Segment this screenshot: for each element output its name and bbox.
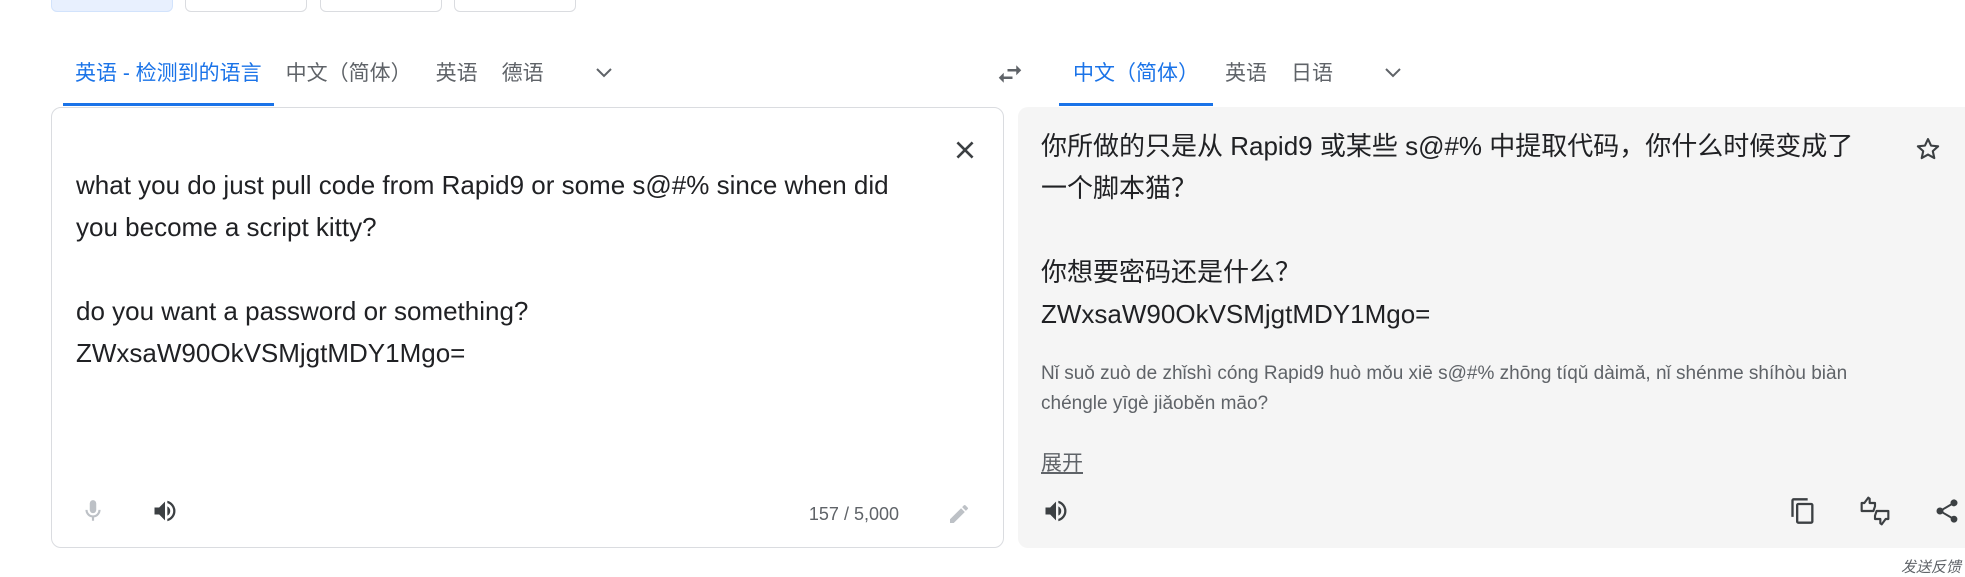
mode-chip-text[interactable] — [51, 0, 173, 12]
edit-button[interactable] — [939, 494, 979, 534]
tab-source-english[interactable]: 英语 — [424, 38, 490, 106]
tab-target-english[interactable]: 英语 — [1213, 38, 1279, 106]
target-language-dropdown[interactable] — [1369, 38, 1417, 106]
mode-chip-websites[interactable] — [454, 0, 576, 12]
tab-target-chinese[interactable]: 中文（简体） — [1059, 38, 1213, 106]
source-language-dropdown[interactable] — [580, 38, 628, 106]
mode-chip-documents[interactable] — [320, 0, 442, 12]
send-feedback-link[interactable]: 发送反馈 — [1901, 556, 1961, 577]
target-language-tabs: 中文（简体） 英语 日语 — [1059, 38, 1417, 106]
mode-chip-images[interactable] — [185, 0, 307, 12]
microphone-icon — [85, 500, 101, 521]
voice-input-button[interactable] — [73, 491, 113, 531]
expand-link[interactable]: 展开 — [1041, 447, 1083, 477]
star-icon — [1916, 138, 1940, 160]
tab-detected-language[interactable]: 英语 - 检测到的语言 — [63, 38, 274, 106]
rate-icon — [1860, 496, 1890, 526]
tab-target-japanese[interactable]: 日语 — [1279, 38, 1345, 106]
close-icon — [956, 141, 974, 159]
copy-icon — [1791, 498, 1814, 524]
tab-source-german[interactable]: 德语 — [490, 38, 556, 106]
chevron-down-icon — [595, 68, 612, 78]
copy-translation-button[interactable] — [1783, 491, 1823, 531]
speaker-icon — [1045, 500, 1067, 522]
save-translation-button[interactable] — [1908, 129, 1948, 169]
listen-translation-button[interactable] — [1036, 491, 1076, 531]
translation-panel: 你所做的只是从 Rapid9 或某些 s@#% 中提取代码，你什么时候变成了 一… — [1018, 107, 1965, 548]
share-icon — [1936, 499, 1958, 523]
rate-translation-button[interactable] — [1855, 491, 1895, 531]
share-translation-button[interactable] — [1927, 491, 1965, 531]
source-language-tabs: 英语 - 检测到的语言 中文（简体） 英语 德语 — [63, 38, 628, 106]
source-text-panel: what you do just pull code from Rapid9 o… — [51, 107, 1004, 548]
character-counter: 157 / 5,000 — [808, 504, 899, 524]
source-text-input[interactable]: what you do just pull code from Rapid9 o… — [76, 164, 926, 374]
romanization-text: Nǐ suǒ zuò de zhǐshì cóng Rapid9 huò mǒu… — [1041, 363, 1848, 414]
chevron-down-icon — [1385, 68, 1401, 78]
swap-languages-button[interactable] — [990, 54, 1030, 94]
listen-source-button[interactable] — [145, 491, 185, 531]
speaker-icon — [154, 500, 176, 522]
pencil-icon — [950, 504, 969, 523]
swap-icon — [998, 65, 1022, 83]
translation-text: 你所做的只是从 Rapid9 或某些 s@#% 中提取代码，你什么时候变成了 一… — [1041, 131, 1854, 329]
tab-source-chinese[interactable]: 中文（简体） — [274, 38, 424, 106]
clear-source-button[interactable] — [945, 130, 985, 170]
